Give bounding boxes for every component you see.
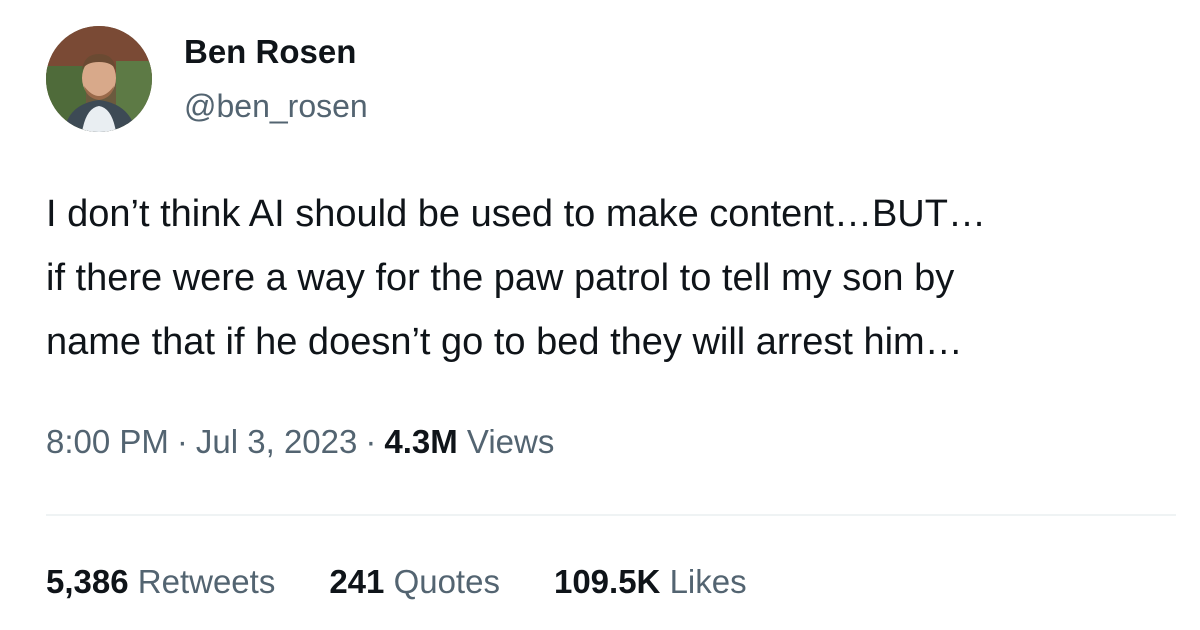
engagement-stats: 5,386 Retweets 241 Quotes 109.5K Likes (46, 558, 801, 606)
tweet-date[interactable]: Jul 3, 2023 (196, 423, 357, 460)
author-display-name[interactable]: Ben Rosen (184, 32, 368, 72)
views-label: Views (466, 423, 555, 460)
tweet-text-line: if there were a way for the paw patrol t… (46, 257, 955, 299)
likes-count: 109.5K (553, 563, 661, 600)
separator-dot: · (176, 423, 188, 460)
quotes-count: 241 (329, 563, 385, 600)
retweets-count: 5,386 (46, 563, 129, 600)
likes-label: Likes (669, 563, 747, 600)
quotes-stat[interactable]: 241 Quotes (329, 558, 500, 606)
avatar-image (46, 26, 152, 132)
retweets-label: Retweets (137, 563, 276, 600)
tweet-card: Ben Rosen @ben_rosen I don’t think AI sh… (0, 0, 1200, 630)
avatar[interactable] (46, 26, 152, 132)
tweet-header: Ben Rosen @ben_rosen (46, 26, 368, 132)
separator-dot: · (365, 423, 377, 460)
tweet-time[interactable]: 8:00 PM (46, 423, 169, 460)
author-names: Ben Rosen @ben_rosen (184, 32, 368, 126)
tweet-text-line: name that if he doesn’t go to bed they w… (46, 321, 963, 363)
likes-stat[interactable]: 109.5K Likes (554, 558, 747, 606)
tweet-text-line: I don’t think AI should be used to make … (46, 193, 986, 235)
tweet-text: I don’t think AI should be used to make … (46, 182, 1176, 374)
views-count: 4.3M (384, 423, 458, 460)
retweets-stat[interactable]: 5,386 Retweets (46, 558, 275, 606)
author-handle[interactable]: @ben_rosen (184, 86, 368, 126)
divider (46, 514, 1176, 516)
quotes-label: Quotes (393, 563, 500, 600)
tweet-metadata: 8:00 PM · Jul 3, 2023 · 4.3M Views (46, 418, 554, 466)
